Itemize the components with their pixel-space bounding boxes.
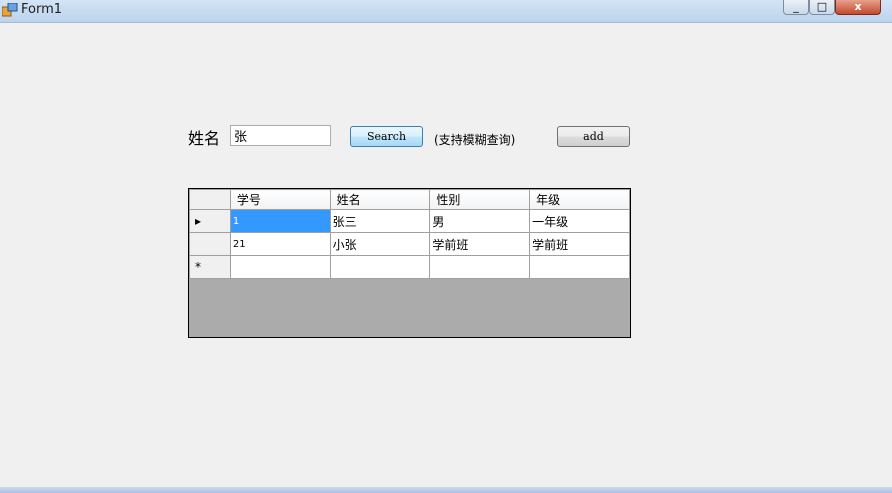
cell-gender[interactable]: 男 xyxy=(429,209,531,233)
table-row[interactable]: 21 小张 学前班 学前班 xyxy=(189,232,630,256)
name-label: 姓名 xyxy=(188,129,221,148)
column-header-name[interactable]: 姓名 xyxy=(329,189,431,210)
column-header-id[interactable]: 学号 xyxy=(229,189,331,210)
close-icon: x xyxy=(854,0,862,13)
cell-grade[interactable]: 一年级 xyxy=(529,209,630,233)
new-row-asterisk-icon[interactable]: * xyxy=(189,255,231,279)
cell-id[interactable]: 21 xyxy=(229,232,331,256)
column-header-gender[interactable]: 性别 xyxy=(429,189,531,210)
row-header[interactable] xyxy=(189,232,231,256)
current-row-indicator-icon[interactable]: ▸ xyxy=(189,209,231,233)
grid-header-row: 学号 姓名 性别 年级 xyxy=(189,189,630,210)
table-row[interactable]: ▸ 1 张三 男 一年级 xyxy=(189,209,630,233)
window-bottom-border xyxy=(0,487,892,493)
new-row[interactable]: * xyxy=(189,255,630,279)
title-bar[interactable]: Form1 _ □ x xyxy=(0,0,892,23)
cell-gender[interactable]: 学前班 xyxy=(429,232,531,256)
add-button[interactable]: add xyxy=(557,126,630,147)
close-button[interactable]: x xyxy=(835,0,881,15)
form-app-icon xyxy=(2,3,18,17)
cell-grade[interactable]: 学前班 xyxy=(529,232,630,256)
minimize-icon: _ xyxy=(793,0,799,13)
maximize-icon: □ xyxy=(816,0,828,13)
grid-corner-header[interactable] xyxy=(189,189,231,210)
cell-name[interactable]: 小张 xyxy=(329,232,431,256)
new-cell-name[interactable] xyxy=(329,255,431,279)
minimize-button[interactable]: _ xyxy=(783,0,809,15)
new-cell-gender[interactable] xyxy=(429,255,531,279)
grid-table: 学号 姓名 性别 年级 ▸ 1 张三 男 一年级 21 小张 学前班 学前班 * xyxy=(189,189,630,279)
fuzzy-search-hint: (支持模糊查询) xyxy=(434,133,516,147)
cell-name[interactable]: 张三 xyxy=(329,209,431,233)
main-window: Form1 _ □ x 姓名 Search (支持模糊查询) add 学号 姓名… xyxy=(0,0,892,493)
new-cell-grade[interactable] xyxy=(529,255,630,279)
new-cell-id[interactable] xyxy=(229,255,331,279)
cell-id[interactable]: 1 xyxy=(229,209,331,233)
name-search-input[interactable] xyxy=(230,125,331,146)
search-button[interactable]: Search xyxy=(350,126,423,147)
student-data-grid[interactable]: 学号 姓名 性别 年级 ▸ 1 张三 男 一年级 21 小张 学前班 学前班 * xyxy=(188,188,631,338)
window-title: Form1 xyxy=(21,2,63,17)
maximize-button[interactable]: □ xyxy=(809,0,835,15)
column-header-grade[interactable]: 年级 xyxy=(529,189,630,210)
